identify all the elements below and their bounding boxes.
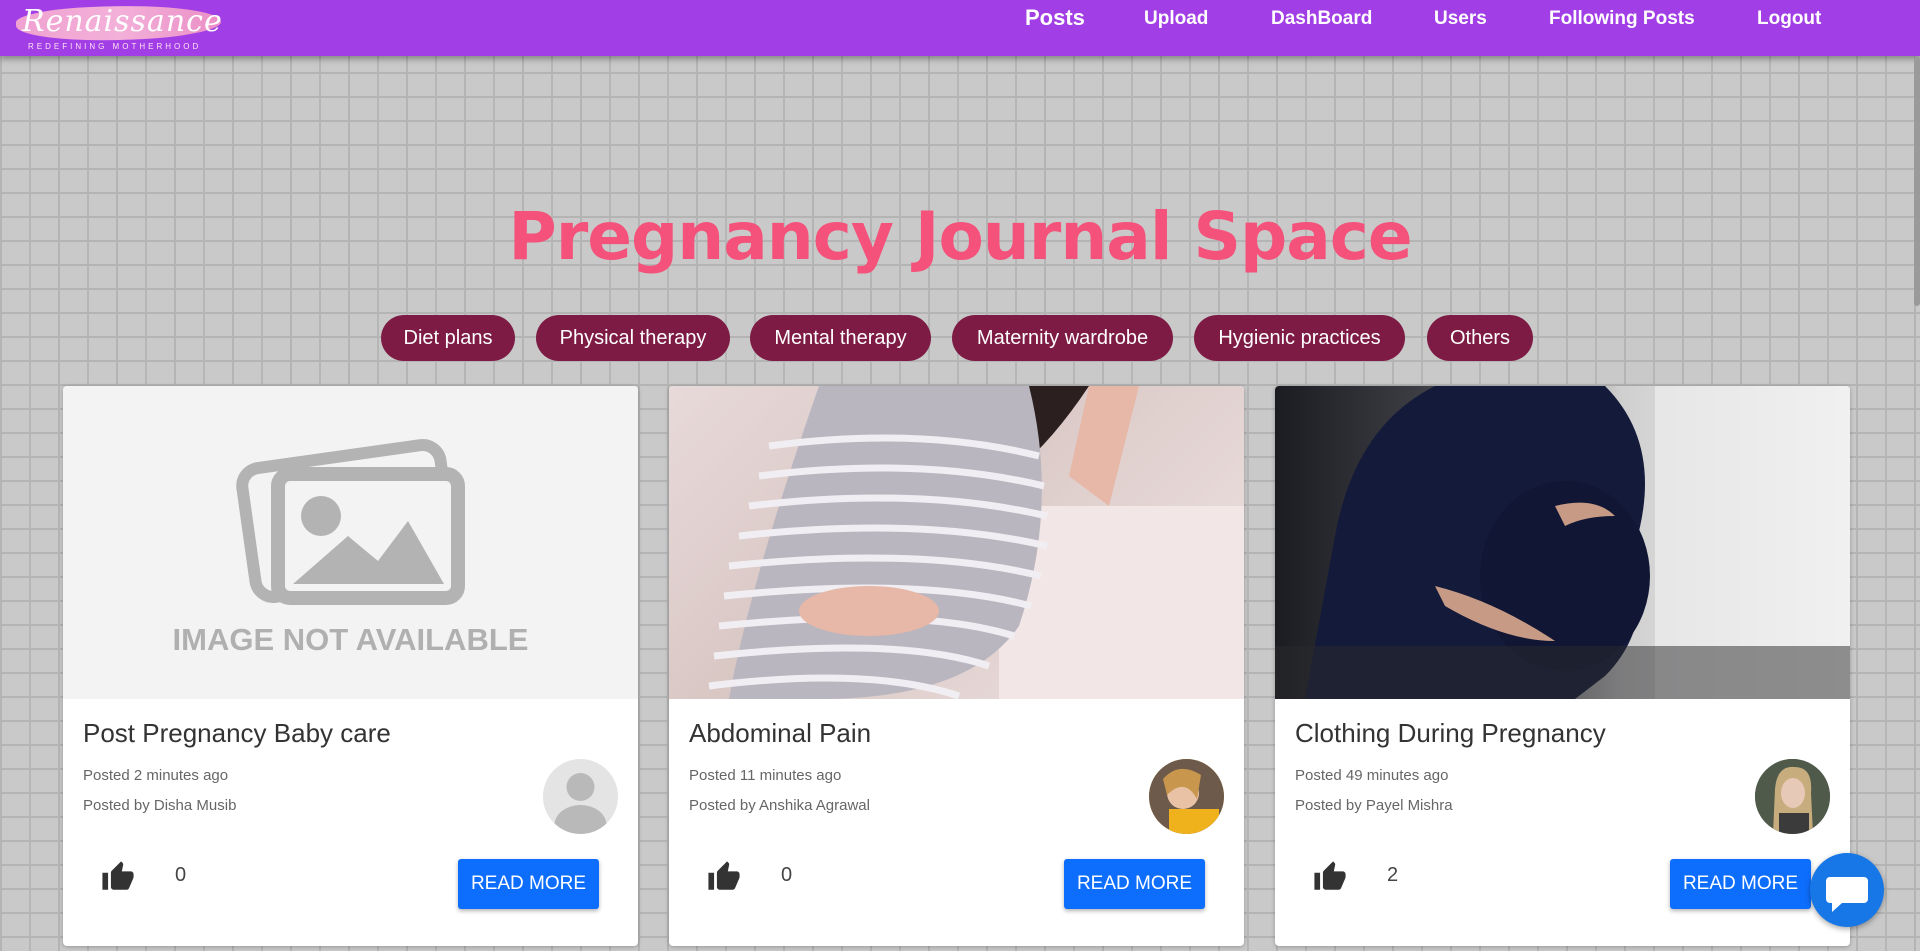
post-card: Abdominal Pain Posted 11 minutes ago Pos… [669,386,1244,946]
logo-tagline: REDEFINING MOTHERHOOD [28,42,202,51]
category-mental-therapy[interactable]: Mental therapy [750,315,931,361]
author-avatar[interactable] [1149,759,1224,834]
chat-button[interactable] [1810,853,1884,927]
post-author: Posted by Disha Musib [83,797,237,814]
nav-users[interactable]: Users [1434,8,1487,30]
like-count: 0 [781,864,793,886]
like-count: 2 [1387,864,1399,886]
post-author: Posted by Payel Mishra [1295,797,1453,814]
post-author: Posted by Anshika Agrawal [689,797,870,814]
page-title: Pregnancy Journal Space [508,198,1412,275]
post-card: Clothing During Pregnancy Posted 49 minu… [1275,386,1850,946]
post-image-placeholder: IMAGE NOT AVAILABLE [63,386,638,699]
thumbs-up-icon[interactable] [707,860,741,894]
brand-logo[interactable]: Renaissance REDEFINING MOTHERHOOD [10,0,230,56]
read-more-button[interactable]: READ MORE [1670,859,1811,909]
category-hygienic-practices[interactable]: Hygienic practices [1194,315,1405,361]
nav-logout[interactable]: Logout [1757,8,1821,30]
thumbs-up-icon[interactable] [101,860,135,894]
nav-dashboard[interactable]: DashBoard [1271,8,1372,30]
thumbs-up-icon[interactable] [1313,860,1347,894]
read-more-button[interactable]: READ MORE [458,859,599,909]
like-count: 0 [175,864,187,886]
author-avatar[interactable] [1755,759,1830,834]
post-time: Posted 11 minutes ago [689,767,842,784]
scrollbar-thumb[interactable] [1914,56,1920,306]
logo-wordmark: Renaissance [22,4,223,39]
post-image [1275,386,1850,699]
post-image [669,386,1244,699]
top-navbar: Renaissance REDEFINING MOTHERHOOD Posts … [0,0,1920,56]
post-time: Posted 2 minutes ago [83,767,229,784]
chat-bubble-icon [1826,877,1868,912]
nav-posts[interactable]: Posts [1025,5,1085,31]
category-diet-plans[interactable]: Diet plans [381,315,515,361]
post-card: IMAGE NOT AVAILABLE Post Pregnancy Baby … [63,386,638,946]
post-title: Abdominal Pain [689,718,872,748]
category-physical-therapy[interactable]: Physical therapy [536,315,730,361]
post-time: Posted 49 minutes ago [1295,767,1449,784]
post-title: Clothing During Pregnancy [1295,718,1606,748]
read-more-button[interactable]: READ MORE [1064,859,1205,909]
post-title: Post Pregnancy Baby care [83,718,391,748]
category-maternity-wardrobe[interactable]: Maternity wardrobe [952,315,1173,361]
category-filter-bar: Diet plans Physical therapy Mental thera… [0,315,1920,361]
author-avatar[interactable] [543,759,618,834]
image-not-available-text: IMAGE NOT AVAILABLE [172,622,529,657]
nav-upload[interactable]: Upload [1144,8,1208,30]
nav-following-posts[interactable]: Following Posts [1549,8,1695,30]
category-others[interactable]: Others [1427,315,1533,361]
